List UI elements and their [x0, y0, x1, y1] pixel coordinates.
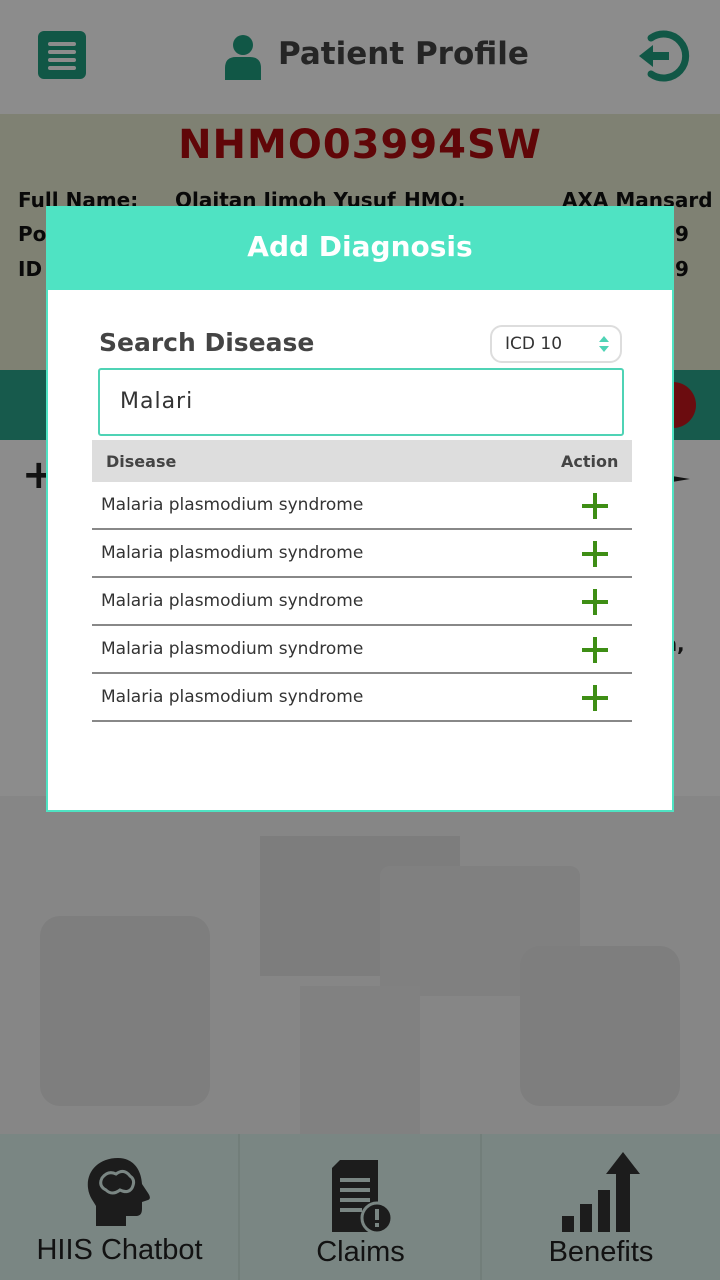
disease-name: Malaria plasmodium syndrome: [101, 543, 364, 563]
add-diagnosis-icon[interactable]: [582, 541, 608, 567]
table-row: Malaria plasmodium syndrome: [92, 674, 632, 722]
add-diagnosis-icon[interactable]: [582, 637, 608, 663]
select-arrows-icon: [599, 336, 609, 352]
column-header-disease: Disease: [106, 452, 177, 471]
disease-name: Malaria plasmodium syndrome: [101, 591, 364, 611]
modal-header: Add Diagnosis: [48, 208, 672, 290]
search-input[interactable]: Malari: [98, 368, 624, 436]
table-row: Malaria plasmodium syndrome: [92, 482, 632, 530]
search-input-value: Malari: [120, 389, 194, 414]
add-diagnosis-icon[interactable]: [582, 589, 608, 615]
table-row: Malaria plasmodium syndrome: [92, 530, 632, 578]
code-system-value: ICD 10: [505, 334, 563, 354]
code-system-select[interactable]: ICD 10: [490, 325, 622, 363]
add-diagnosis-icon[interactable]: [582, 685, 608, 711]
table-header: Disease Action: [92, 440, 632, 482]
table-row: Malaria plasmodium syndrome: [92, 578, 632, 626]
column-header-action: Action: [561, 452, 619, 471]
search-disease-label: Search Disease: [99, 328, 315, 357]
disease-name: Malaria plasmodium syndrome: [101, 687, 364, 707]
disease-name: Malaria plasmodium syndrome: [101, 495, 364, 515]
add-diagnosis-icon[interactable]: [582, 493, 608, 519]
disease-name: Malaria plasmodium syndrome: [101, 639, 364, 659]
table-row: Malaria plasmodium syndrome: [92, 626, 632, 674]
modal-title: Add Diagnosis: [247, 230, 473, 263]
add-diagnosis-modal: Add Diagnosis Search Disease ICD 10 Mala…: [46, 206, 674, 812]
